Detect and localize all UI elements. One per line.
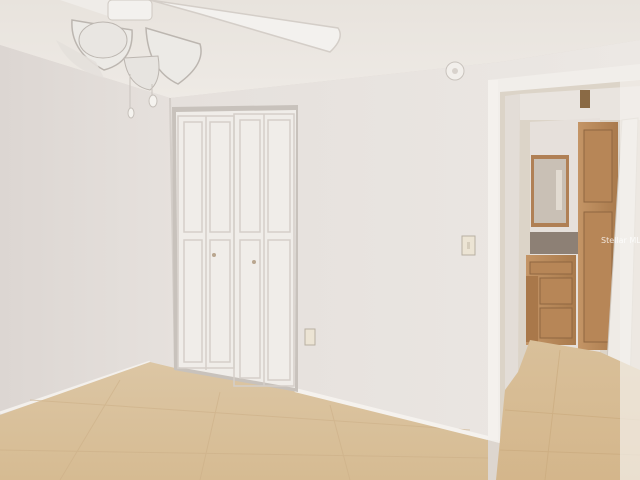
closet-knob-left[interactable]: [212, 253, 216, 257]
bathroom-mirror: [531, 155, 569, 227]
room-photo: Stellar MLS: [0, 0, 640, 480]
watermark: Stellar MLS: [601, 236, 640, 245]
wall-outlet: [304, 328, 316, 346]
room-photo-drawing: [0, 0, 640, 480]
light-fixture-icon: [580, 90, 590, 108]
smoke-detector: [445, 61, 465, 81]
light-switch[interactable]: [461, 235, 476, 256]
closet-knob-right[interactable]: [252, 260, 256, 264]
bifold-closet-door[interactable]: [172, 105, 298, 392]
bathroom-vanity: [526, 255, 576, 345]
doorway-to-bathroom[interactable]: [488, 64, 640, 480]
